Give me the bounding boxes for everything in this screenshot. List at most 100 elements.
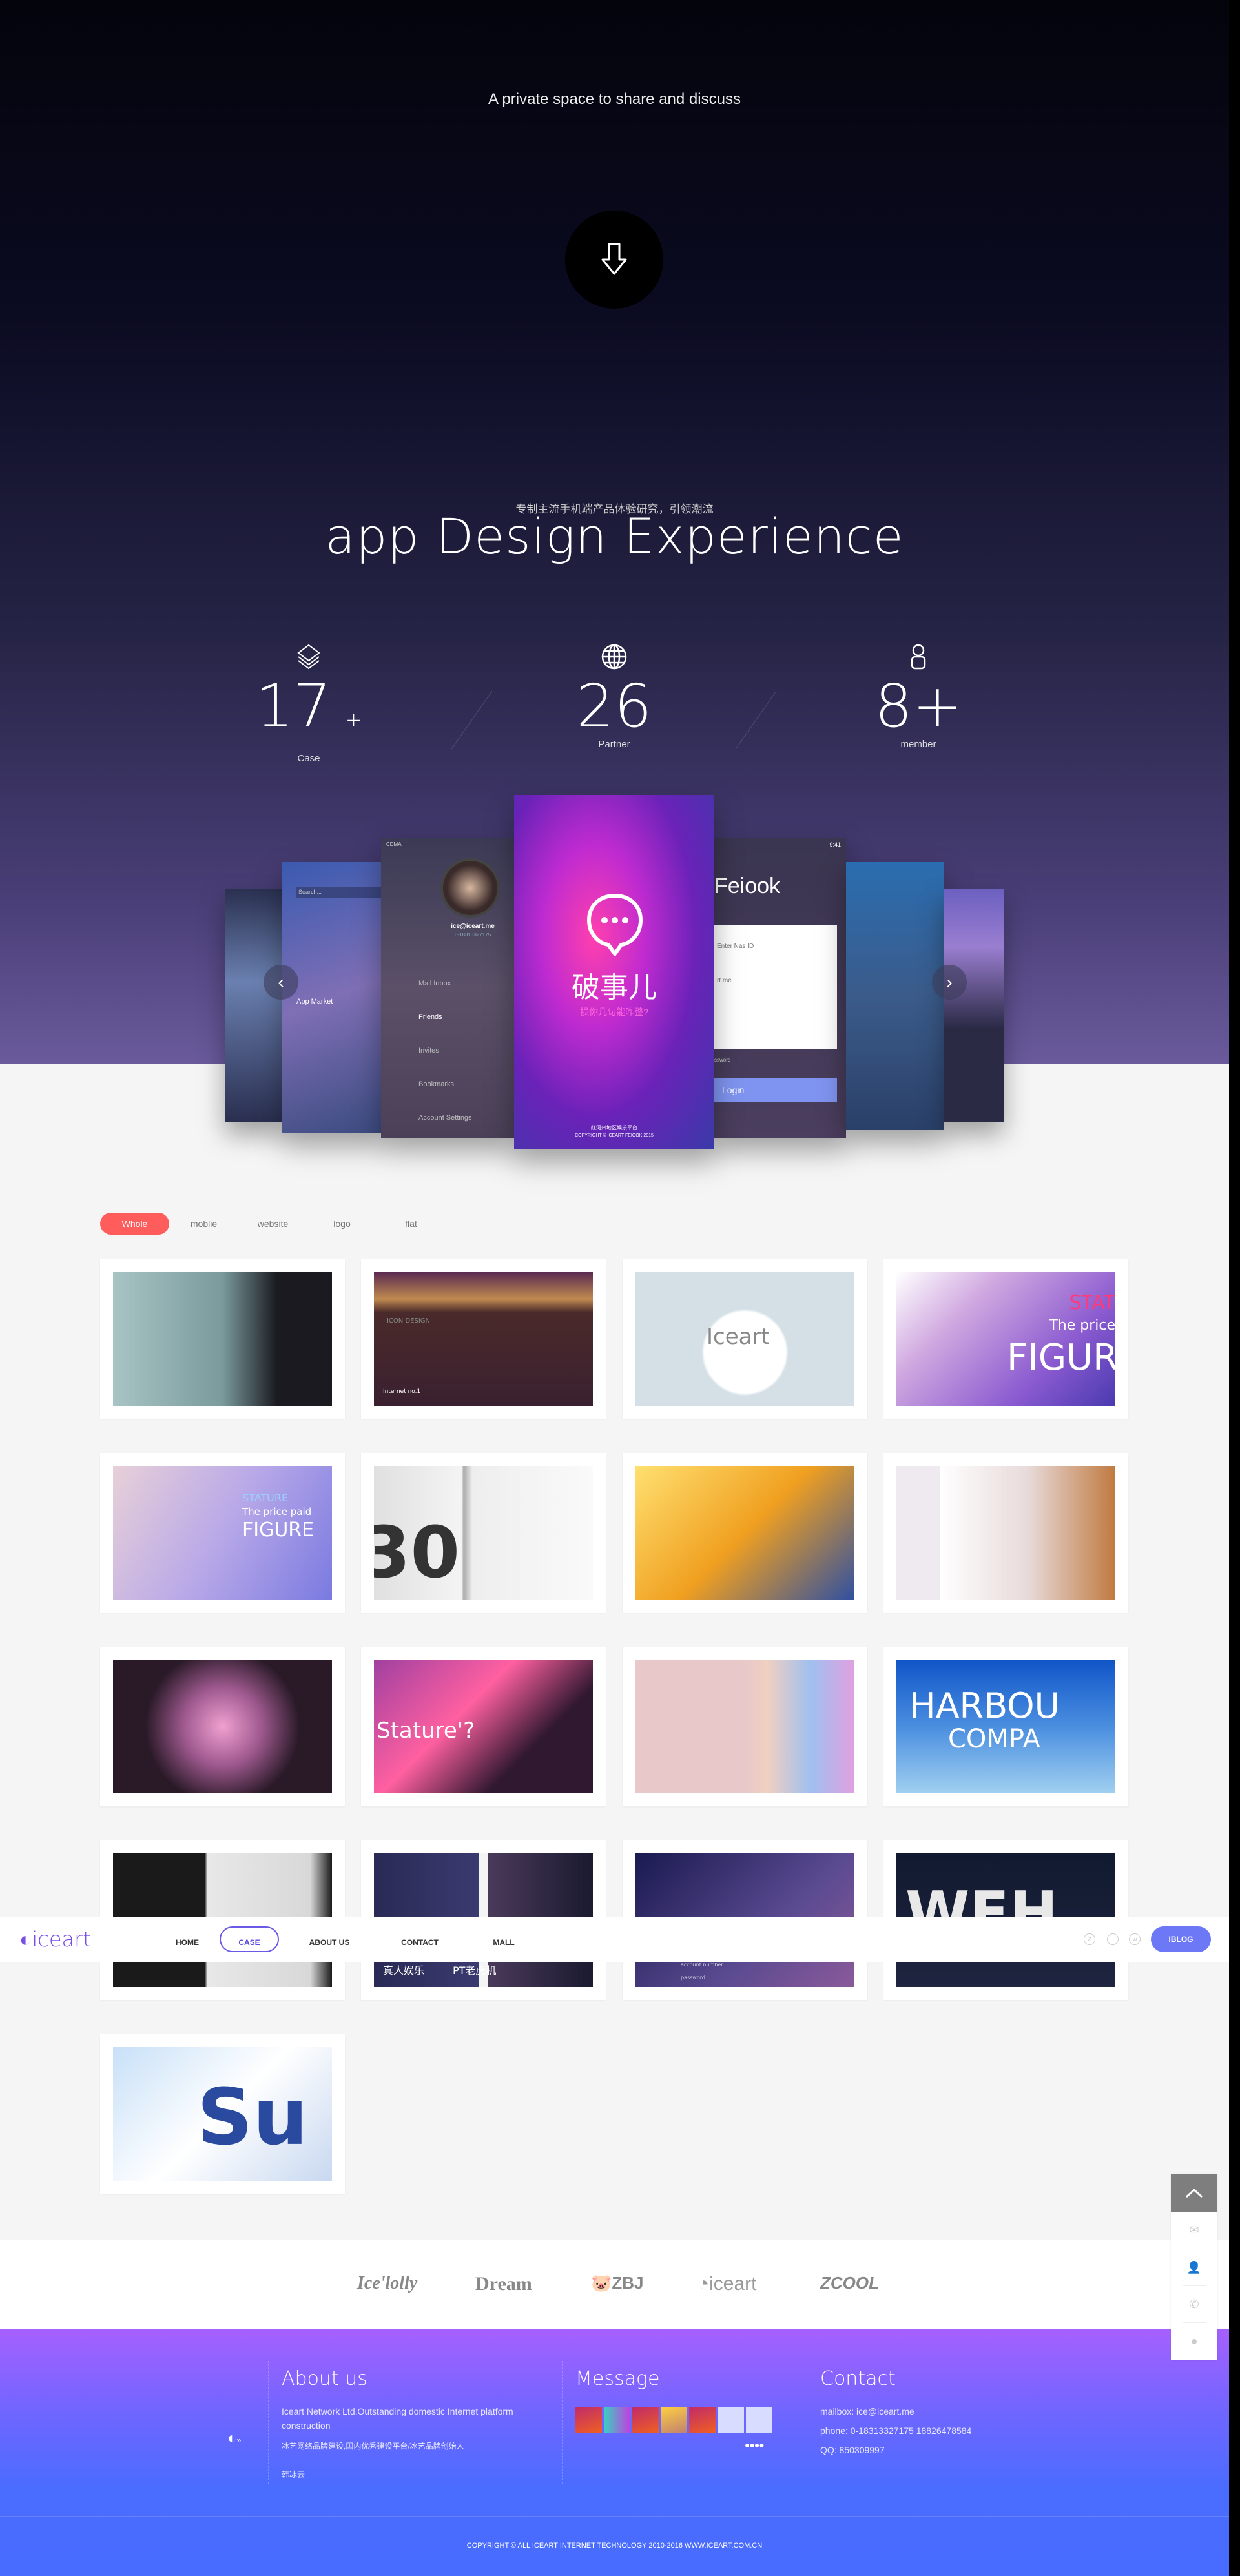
- message-thumb[interactable]: [575, 2407, 602, 2433]
- message-thumb[interactable]: [661, 2407, 687, 2433]
- logo[interactable]: ◐iceart: [19, 1927, 91, 1952]
- carousel-prev-button[interactable]: ‹: [264, 965, 298, 1000]
- footer-contact: Contact mailbox: ice@iceart.me phone: 0-…: [807, 2361, 1065, 2484]
- filter-mobile[interactable]: moblie: [169, 1213, 238, 1235]
- profile-email: ice@iceart.me: [451, 923, 495, 930]
- message-thumb[interactable]: [718, 2407, 744, 2433]
- message-thumb[interactable]: [632, 2407, 659, 2433]
- filter-whole[interactable]: Whole: [100, 1213, 169, 1235]
- carousel-next-button[interactable]: ›: [932, 965, 967, 1000]
- case-card[interactable]: [884, 1453, 1128, 1613]
- case-card[interactable]: [100, 1647, 345, 1806]
- divider: [735, 690, 777, 750]
- case-card[interactable]: Iceart: [623, 1259, 867, 1419]
- status-bar: CDMA: [386, 841, 402, 847]
- case-card[interactable]: Su: [100, 2034, 345, 2194]
- stat-member: 8+ member: [822, 643, 1015, 750]
- zcool-icon[interactable]: Z: [1084, 1933, 1095, 1945]
- case-card[interactable]: Stature'?: [361, 1647, 606, 1806]
- thumbnail-text: 真人娱乐: [383, 1964, 425, 1977]
- case-card[interactable]: STAT The price FIGUR: [884, 1259, 1128, 1419]
- qq-icon[interactable]: ●: [1183, 2322, 1206, 2359]
- nav-label: MALL: [493, 1937, 515, 1947]
- menu-list: Mail Inbox Friends Invites Bookmarks Acc…: [418, 967, 472, 1135]
- nav-about-us[interactable]: ABOUT US: [304, 1917, 355, 1962]
- case-card[interactable]: 30: [361, 1453, 606, 1613]
- main-nav: ◐iceart HOME CASE ABOUT US CONTACT MALL …: [0, 1917, 1229, 1962]
- case-thumbnail: STAT The price FIGUR: [896, 1272, 1115, 1406]
- menu-item: Mail Inbox: [418, 980, 451, 987]
- partner-logo-zcool: ZCOOL: [820, 2273, 879, 2293]
- thumbnail-text: The price paid: [242, 1506, 312, 1518]
- case-card[interactable]: STATURE The price paid FIGURE: [100, 1453, 345, 1613]
- message-thumb[interactable]: [689, 2407, 716, 2433]
- nas-id-field: Enter Nas ID: [717, 943, 754, 950]
- status-time: 9:41: [829, 841, 841, 848]
- users-icon[interactable]: 👤: [1183, 2249, 1206, 2285]
- filter-website[interactable]: website: [238, 1213, 307, 1235]
- case-card[interactable]: [623, 1647, 867, 1806]
- nav-label: CASE: [238, 1937, 260, 1947]
- nav-case[interactable]: CASE: [220, 1926, 279, 1952]
- back-to-top-button[interactable]: [1171, 2174, 1217, 2212]
- message-pagination-dots[interactable]: ●●●●: [745, 2440, 807, 2450]
- thumbnail-text: HARBOU: [909, 1685, 1060, 1726]
- arrow-up-icon: [1185, 2188, 1203, 2198]
- app-market-title: App Market: [296, 998, 333, 1005]
- logo-text: iceart: [32, 1927, 91, 1952]
- more-icon[interactable]: …: [1107, 1933, 1119, 1945]
- thumbnail-text: 30: [374, 1511, 460, 1594]
- partner-logo-iceart: ◔iceart: [698, 2273, 757, 2294]
- nav-mall[interactable]: MALL: [488, 1917, 520, 1962]
- case-thumbnail: STATURE The price paid FIGURE: [113, 1466, 332, 1600]
- menu-item: Invites: [418, 1047, 439, 1055]
- chevron-left-icon: ‹: [278, 972, 284, 992]
- filter-flat[interactable]: flat: [377, 1213, 446, 1235]
- phone-icon[interactable]: ✆: [1183, 2285, 1206, 2322]
- weibo-icon[interactable]: w: [1129, 1933, 1141, 1945]
- case-thumbnail: [636, 1466, 854, 1600]
- password-label: ssword: [714, 1057, 731, 1063]
- case-thumbnail: Stature'?: [374, 1660, 593, 1793]
- globe-icon: [601, 644, 627, 670]
- stat-label: Case: [297, 753, 320, 764]
- nav-contact[interactable]: CONTACT: [394, 1917, 446, 1962]
- phone-menu: CDMA ice@iceart.me 0-18313327175 Mail In…: [381, 838, 514, 1138]
- stat-partner: 26 Partner: [517, 643, 711, 750]
- app-name: 破事儿: [572, 972, 657, 1004]
- arrow-down-icon: [601, 243, 627, 275]
- phone-lock-screen: [846, 862, 944, 1130]
- stat-label: member: [900, 739, 936, 750]
- case-card[interactable]: [623, 1453, 867, 1613]
- filter-logo[interactable]: logo: [307, 1213, 377, 1235]
- thumbnail-text: PT老虎机: [453, 1964, 497, 1977]
- case-thumbnail: ICON DESIGN Internet no.1: [374, 1272, 593, 1406]
- login-title: Feiook: [714, 874, 781, 898]
- case-card[interactable]: [100, 1259, 345, 1419]
- footer-logo-icon: ◐»: [227, 2429, 242, 2447]
- scroll-down-button[interactable]: [565, 211, 663, 309]
- thumbnail-text: COMPA: [948, 1724, 1040, 1754]
- copyright: COPYRIGHT © ALL ICEART INTERNET TECHNOLO…: [466, 2542, 763, 2550]
- contact-mailbox: mailbox: ice@iceart.me: [820, 2406, 914, 2416]
- thumbnail-text: password: [681, 1975, 705, 1981]
- case-thumbnail: 30: [374, 1466, 593, 1600]
- message-thumb[interactable]: [746, 2407, 772, 2433]
- mail-icon[interactable]: ✉: [1183, 2212, 1206, 2249]
- user-icon: [911, 644, 926, 670]
- stat-value: 17: [255, 672, 331, 741]
- case-thumbnail: [113, 1272, 332, 1406]
- message-thumb[interactable]: [604, 2407, 630, 2433]
- partner-logos: Ice'lolly Dream 🐷ZBJ ◔iceart ZCOOL: [0, 2240, 1229, 2329]
- blog-button[interactable]: IBLOG: [1151, 1926, 1211, 1952]
- nav-home[interactable]: HOME: [171, 1917, 203, 1962]
- case-card[interactable]: HARBOU COMPA: [884, 1647, 1128, 1806]
- avatar: [440, 858, 500, 918]
- side-toolbar: ✉ 👤 ✆ ●: [1171, 2174, 1217, 2360]
- partner-logo-dream: Dream: [475, 2273, 532, 2294]
- stat-case: 17 + Case: [212, 643, 406, 764]
- thumbnail-text: Stature'?: [377, 1718, 475, 1744]
- case-card[interactable]: ICON DESIGN Internet no.1: [361, 1259, 606, 1419]
- app-slogan: 损你几句能咋整?: [580, 1007, 648, 1017]
- partner-logo-icelolly: Ice'lolly: [357, 2273, 418, 2293]
